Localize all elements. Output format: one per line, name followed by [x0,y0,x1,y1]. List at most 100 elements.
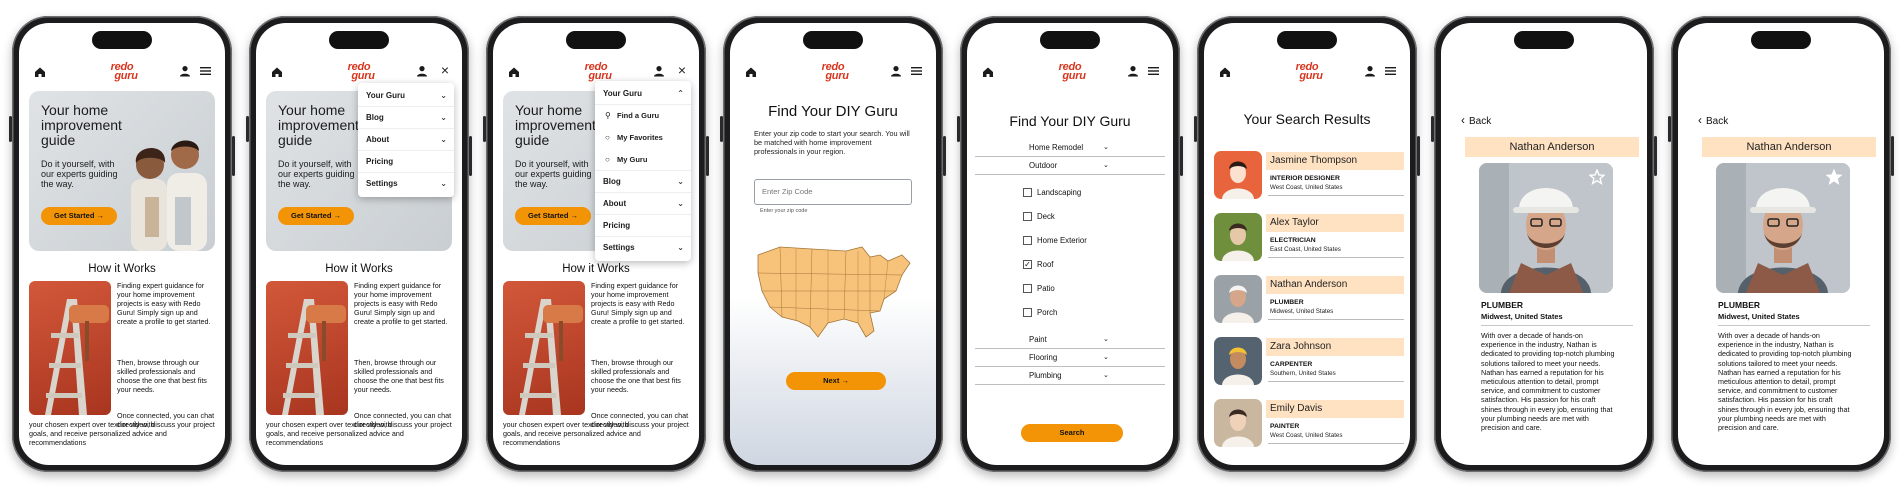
result-name: Jasmine Thompson [1266,152,1404,170]
brand-logo[interactable]: redo guru [580,62,612,82]
how-it-works-title: How it Works [88,263,156,275]
nav-dropdown-expanded: Your Guru ⌃ ⚲ Find a Guru ○ My Favorites ○ M… [595,81,691,261]
home-icon[interactable] [270,65,284,79]
home-icon[interactable] [507,65,521,79]
home-icon[interactable] [981,65,995,79]
user-icon[interactable] [890,65,902,77]
how-paragraph-1: Finding expert guidance for your home im… [354,281,448,326]
phone-submenu: redo guru × Your home improvement guide … [483,16,709,472]
home-icon[interactable] [744,65,758,79]
filter-flooring[interactable]: Flooring ⌄ [975,351,1165,367]
back-button[interactable]: ‹ Back [1698,113,1728,127]
brand-logo[interactable]: redo guru [343,62,375,82]
phone-results: redo guru Your Search Results Jasmine Th… [1194,16,1420,472]
result-location: East Coast, United States [1270,246,1341,253]
result-card[interactable]: Jasmine Thompson INTERIOR DESIGNER West Co… [1214,151,1404,201]
submenu-find-guru[interactable]: ⚲ Find a Guru [595,105,691,127]
back-button[interactable]: ‹ Back [1461,113,1491,127]
menu-settings[interactable]: Settings ⌄ [358,173,454,195]
home-icon[interactable] [33,65,47,79]
chevron-down-icon: ⌄ [1103,354,1109,361]
menu-icon[interactable] [1385,66,1396,76]
profile-bio: With over a decade of hands-on experienc… [1481,331,1615,433]
page-title: Your Search Results [1243,111,1371,127]
checkbox-empty[interactable] [1023,212,1032,221]
result-name: Emily Davis [1266,400,1404,418]
close-icon[interactable]: × [441,62,449,78]
brand-logo[interactable]: redo guru [817,62,849,82]
ladder-image [266,281,348,415]
brand-logo[interactable]: redo guru [1291,62,1323,82]
menu-blog[interactable]: Blog ⌄ [358,107,454,129]
home-screen: redo guru Your home improvement guide Do… [19,23,225,465]
menu-icon[interactable] [911,66,922,76]
notch [566,31,626,49]
result-card[interactable]: Zara Johnson CARPENTER Southern, United St… [1214,337,1404,387]
notch [803,31,863,49]
filter-outdoor[interactable]: Outdoor ⌄ [975,159,1165,175]
checkbox-empty[interactable] [1023,236,1032,245]
how-paragraph-4: your chosen expert over text or video, d… [29,420,215,447]
menu-settings[interactable]: Settings ⌄ [595,237,691,259]
checkbox-checked[interactable]: ✓ [1023,260,1032,269]
next-button[interactable]: Next → [786,372,886,390]
result-card[interactable]: Alex Taylor ELECTRICIAN East Coast, United… [1214,213,1404,263]
filter-paint[interactable]: Paint ⌄ [975,333,1165,349]
checkbox-empty[interactable] [1023,188,1032,197]
top-nav: redo guru [967,59,1173,89]
user-icon[interactable] [1364,65,1376,77]
brand-logo[interactable]: redo guru [1054,62,1086,82]
checkbox-empty[interactable] [1023,308,1032,317]
checkbox-empty[interactable] [1023,284,1032,293]
menu-blog[interactable]: Blog ⌄ [595,171,691,193]
usa-map[interactable] [752,241,916,345]
submenu-my-guru[interactable]: ○ My Guru [595,149,691,171]
menu-icon[interactable] [1148,66,1159,76]
result-role: PAINTER [1270,423,1300,430]
ladder-image [29,281,111,415]
user-icon[interactable] [416,65,428,77]
circle-icon: ○ [605,155,610,164]
submenu-my-favorites[interactable]: ○ My Favorites [595,127,691,149]
result-card[interactable]: Nathan Anderson PLUMBER Midwest, United St… [1214,275,1404,325]
search-button[interactable]: Search [1021,424,1123,442]
hero-banner: Your home improvement guide Do it yourse… [29,91,215,251]
menu-your-guru[interactable]: Your Guru ⌃ [595,83,691,105]
avatar [1214,213,1262,261]
notch [1751,31,1811,49]
user-icon[interactable] [1127,65,1139,77]
chevron-down-icon: ⌄ [677,243,684,252]
menu-your-guru[interactable]: Your Guru ⌄ [358,85,454,107]
profile-name: Nathan Anderson [1465,137,1639,157]
result-card[interactable]: Emily Davis PAINTER West Coast, United Sta… [1214,399,1404,449]
result-location: West Coast, United States [1270,432,1343,439]
menu-pricing[interactable]: Pricing [595,215,691,237]
zip-code-input[interactable]: Enter Zip Code [754,179,912,205]
user-icon[interactable] [653,65,665,77]
how-it-works-title: How it Works [325,263,393,275]
home-icon[interactable] [1218,65,1232,79]
get-started-button[interactable]: Get Started → [278,207,354,225]
get-started-button[interactable]: Get Started → [515,207,591,225]
how-paragraph-1: Finding expert guidance for your home im… [117,281,211,326]
filter-home-remodel[interactable]: Home Remodel ⌄ [975,141,1165,157]
chevron-down-icon: ⌄ [440,179,447,188]
close-icon[interactable]: × [678,62,686,78]
favorite-star-icon[interactable] [1589,169,1605,185]
favorite-star-filled-icon[interactable] [1826,169,1842,185]
menu-pricing[interactable]: Pricing [358,151,454,173]
result-role: PLUMBER [1270,299,1304,306]
avatar [1214,399,1262,447]
menu-icon[interactable] [200,66,211,76]
get-started-button[interactable]: Get Started → [41,207,117,225]
brand-logo[interactable]: redo guru [106,62,138,82]
result-name: Zara Johnson [1266,338,1404,356]
user-icon[interactable] [179,65,191,77]
menu-about[interactable]: About ⌄ [595,193,691,215]
menu-about[interactable]: About ⌄ [358,129,454,151]
ladder-image [503,281,585,415]
filter-plumbing[interactable]: Plumbing ⌄ [975,369,1165,385]
top-nav: redo guru [19,59,225,89]
zip-helper-text: Enter your zip code [760,208,808,214]
result-role: ELECTRICIAN [1270,237,1316,244]
